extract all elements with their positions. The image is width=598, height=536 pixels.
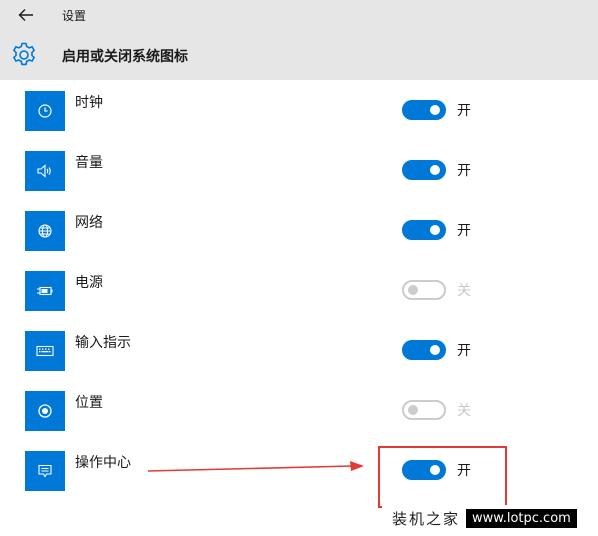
toggle-knob	[430, 225, 440, 235]
volume-tile	[25, 151, 65, 191]
watermark-url: www.lotpc.com	[466, 508, 577, 528]
toggle-state-label: 开	[457, 103, 471, 119]
toggle-knob	[430, 465, 440, 475]
volume-icon	[37, 164, 51, 178]
toggle-state-label: 开	[457, 463, 471, 479]
watermark-brand: 装机之家	[392, 509, 461, 528]
app-title: 设置	[62, 9, 87, 23]
action-center-icon	[38, 464, 52, 478]
network-tile	[25, 211, 65, 251]
row-label: 网络	[75, 215, 103, 231]
title-bar: 设置	[0, 0, 598, 30]
keyboard-icon	[36, 345, 54, 357]
row-volume: 音量 开	[0, 140, 598, 200]
toggle-knob	[408, 285, 418, 295]
toggle-knob	[430, 105, 440, 115]
toggle-state-label: 开	[457, 163, 471, 179]
toggle-knob	[408, 405, 418, 415]
back-button[interactable]	[14, 4, 38, 26]
power-tile	[25, 271, 65, 311]
row-power: 电源 关	[0, 260, 598, 320]
toggle-network[interactable]	[402, 220, 446, 240]
row-label: 时钟	[75, 95, 103, 111]
row-action-center: 操作中心 开	[0, 440, 598, 500]
globe-icon	[38, 224, 52, 238]
clock-icon	[38, 104, 52, 118]
row-label: 音量	[75, 155, 103, 171]
gear-icon	[12, 42, 36, 66]
toggle-state-label: 关	[457, 283, 471, 299]
row-label: 电源	[75, 275, 103, 291]
toggle-action-center[interactable]	[402, 460, 446, 480]
toggle-knob	[430, 345, 440, 355]
row-input-indicator: 输入指示 开	[0, 320, 598, 380]
action-center-tile	[25, 451, 65, 491]
row-network: 网络 开	[0, 200, 598, 260]
toggle-state-label: 开	[457, 223, 471, 239]
toggle-clock[interactable]	[402, 100, 446, 120]
toggle-state-label: 关	[457, 403, 471, 419]
toggle-volume[interactable]	[402, 160, 446, 180]
toggle-location[interactable]	[402, 400, 446, 420]
input-indicator-tile	[25, 331, 65, 371]
row-location: 位置 关	[0, 380, 598, 440]
page-header: 启用或关闭系统图标	[0, 30, 598, 80]
location-icon	[38, 404, 52, 418]
toggle-input-indicator[interactable]	[402, 340, 446, 360]
back-arrow-icon	[18, 9, 33, 21]
toggle-power[interactable]	[402, 280, 446, 300]
row-label: 操作中心	[75, 455, 131, 471]
row-label: 位置	[75, 395, 103, 411]
row-label: 输入指示	[75, 335, 131, 351]
battery-icon	[37, 286, 53, 296]
settings-window: 设置 启用或关闭系统图标 时钟 开 音量 开 网络 开 电源 关 输入指示 开 …	[0, 0, 598, 536]
toggle-state-label: 开	[457, 343, 471, 359]
location-tile	[25, 391, 65, 431]
row-clock: 时钟 开	[0, 80, 598, 140]
page-title: 启用或关闭系统图标	[62, 49, 188, 65]
clock-tile	[25, 91, 65, 131]
watermark: 装机之家 www.lotpc.com	[392, 507, 577, 529]
toggle-knob	[430, 165, 440, 175]
